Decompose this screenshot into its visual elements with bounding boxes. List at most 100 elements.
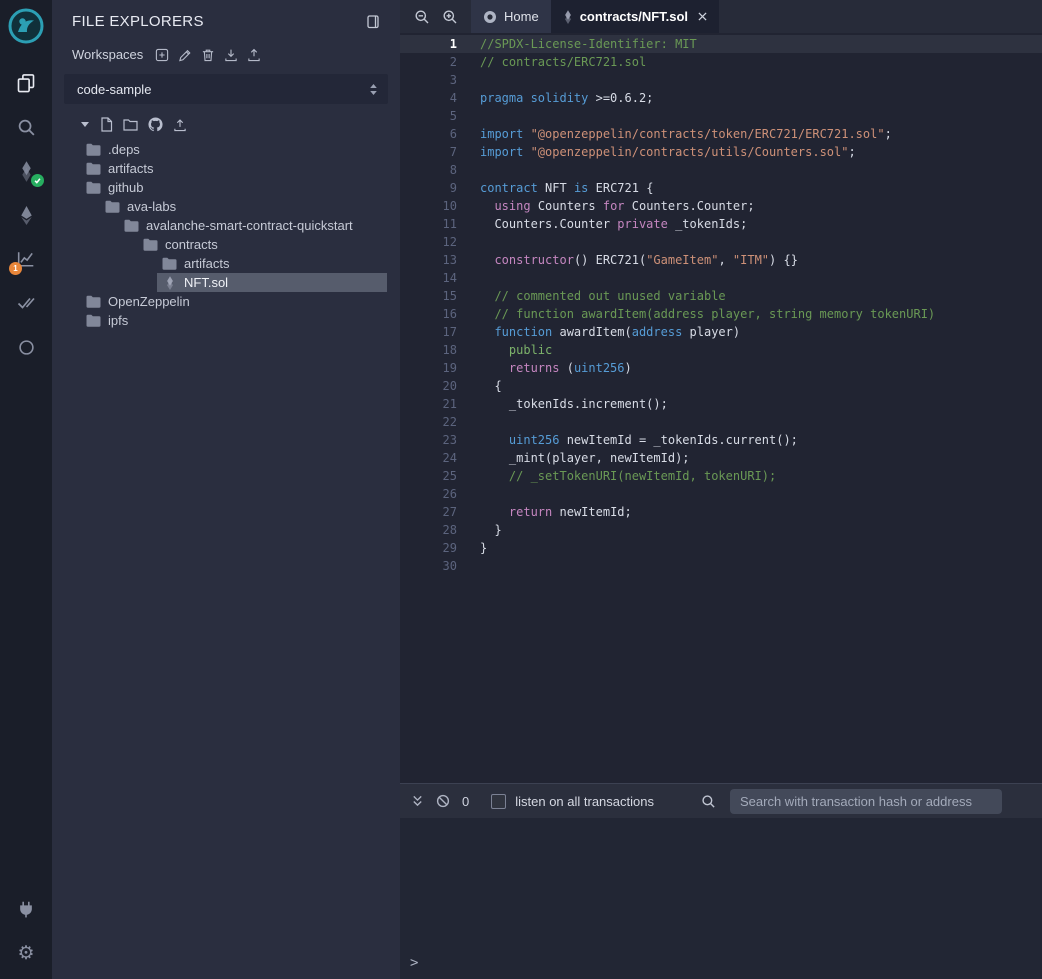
settings-gear-icon[interactable]: ⚙ <box>0 931 52 975</box>
line-number[interactable]: 23 <box>400 431 457 449</box>
code-line-18[interactable]: 18 public <box>400 341 1042 359</box>
tab-contracts-nft-sol[interactable]: contracts/NFT.sol <box>551 0 719 33</box>
code-line-30[interactable]: 30 <box>400 557 1042 575</box>
panel-book-icon[interactable] <box>366 14 380 29</box>
close-tab-icon[interactable] <box>698 12 707 21</box>
code-line-28[interactable]: 28 } <box>400 521 1042 539</box>
tree-folder-ava-labs[interactable]: ava-labs <box>52 197 400 216</box>
line-number[interactable]: 7 <box>400 143 457 161</box>
line-number[interactable]: 12 <box>400 233 457 251</box>
line-number[interactable]: 9 <box>400 179 457 197</box>
code-line-2[interactable]: 2// contracts/ERC721.sol <box>400 53 1042 71</box>
restore-workspaces-icon[interactable] <box>247 48 261 62</box>
search-icon[interactable] <box>0 105 52 149</box>
collapse-caret-icon[interactable] <box>80 120 90 129</box>
code-line-27[interactable]: 27 return newItemId; <box>400 503 1042 521</box>
tree-folder-OpenZeppelin[interactable]: OpenZeppelin <box>52 292 400 311</box>
line-number[interactable]: 17 <box>400 323 457 341</box>
delete-workspace-icon[interactable] <box>201 48 215 62</box>
line-number[interactable]: 28 <box>400 521 457 539</box>
code-line-23[interactable]: 23 uint256 newItemId = _tokenIds.current… <box>400 431 1042 449</box>
listen-transactions-toggle[interactable]: listen on all transactions <box>491 794 654 809</box>
line-number[interactable]: 13 <box>400 251 457 269</box>
code-line-17[interactable]: 17 function awardItem(address player) <box>400 323 1042 341</box>
line-number[interactable]: 21 <box>400 395 457 413</box>
line-number[interactable]: 16 <box>400 305 457 323</box>
line-number[interactable]: 18 <box>400 341 457 359</box>
tree-folder-artifacts[interactable]: artifacts <box>52 254 400 273</box>
line-number[interactable]: 10 <box>400 197 457 215</box>
workspace-select[interactable]: code-sample <box>64 74 388 104</box>
tree-folder-.deps[interactable]: .deps <box>52 140 400 159</box>
line-number[interactable]: 14 <box>400 269 457 287</box>
tree-folder-avalanche-smart-contract-quickstart[interactable]: avalanche-smart-contract-quickstart <box>52 216 400 235</box>
code-line-12[interactable]: 12 <box>400 233 1042 251</box>
code-line-9[interactable]: 9contract NFT is ERC721 { <box>400 179 1042 197</box>
code-line-25[interactable]: 25 // _setTokenURI(newItemId, tokenURI); <box>400 467 1042 485</box>
upload-file-icon[interactable] <box>173 118 187 132</box>
code-line-19[interactable]: 19 returns (uint256) <box>400 359 1042 377</box>
expand-terminal-icon[interactable] <box>411 794 424 808</box>
line-number[interactable]: 19 <box>400 359 457 377</box>
create-workspace-icon[interactable] <box>155 48 169 62</box>
code-line-3[interactable]: 3 <box>400 71 1042 89</box>
code-line-13[interactable]: 13 constructor() ERC721("GameItem", "ITM… <box>400 251 1042 269</box>
tree-folder-artifacts[interactable]: artifacts <box>52 159 400 178</box>
line-number[interactable]: 30 <box>400 557 457 575</box>
line-number[interactable]: 25 <box>400 467 457 485</box>
line-number[interactable]: 1 <box>400 35 457 53</box>
rename-workspace-icon[interactable] <box>178 48 192 62</box>
code-line-15[interactable]: 15 // commented out unused variable <box>400 287 1042 305</box>
new-folder-icon[interactable] <box>123 118 138 131</box>
line-number[interactable]: 15 <box>400 287 457 305</box>
code-line-6[interactable]: 6import "@openzeppelin/contracts/token/E… <box>400 125 1042 143</box>
code-line-10[interactable]: 10 using Counters for Counters.Counter; <box>400 197 1042 215</box>
line-number[interactable]: 6 <box>400 125 457 143</box>
line-number[interactable]: 20 <box>400 377 457 395</box>
file-explorer-icon[interactable] <box>0 61 52 105</box>
circle-plugin-icon[interactable] <box>0 325 52 369</box>
tree-folder-github[interactable]: github <box>52 178 400 197</box>
zoom-in-icon[interactable] <box>442 9 458 25</box>
code-line-4[interactable]: 4pragma solidity >=0.6.2; <box>400 89 1042 107</box>
deploy-run-icon[interactable] <box>0 193 52 237</box>
code-line-26[interactable]: 26 <box>400 485 1042 503</box>
github-icon[interactable] <box>148 117 163 132</box>
clear-console-icon[interactable] <box>436 794 450 808</box>
plugin-manager-icon[interactable] <box>0 887 52 931</box>
line-number[interactable]: 8 <box>400 161 457 179</box>
download-workspaces-icon[interactable] <box>224 48 238 62</box>
terminal-search-input[interactable] <box>730 789 1002 814</box>
line-number[interactable]: 5 <box>400 107 457 125</box>
code-line-21[interactable]: 21 _tokenIds.increment(); <box>400 395 1042 413</box>
line-number[interactable]: 24 <box>400 449 457 467</box>
code-line-5[interactable]: 5 <box>400 107 1042 125</box>
terminal-output[interactable]: > <box>400 818 1042 979</box>
unit-testing-icon[interactable] <box>0 281 52 325</box>
tree-file-NFT.sol[interactable]: NFT.sol <box>52 273 400 292</box>
code-line-14[interactable]: 14 <box>400 269 1042 287</box>
listen-transactions-checkbox[interactable] <box>491 794 506 809</box>
line-number[interactable]: 26 <box>400 485 457 503</box>
zoom-out-icon[interactable] <box>414 9 430 25</box>
code-line-8[interactable]: 8 <box>400 161 1042 179</box>
code-line-24[interactable]: 24 _mint(player, newItemId); <box>400 449 1042 467</box>
line-number[interactable]: 4 <box>400 89 457 107</box>
tree-folder-contracts[interactable]: contracts <box>52 235 400 254</box>
line-number[interactable]: 27 <box>400 503 457 521</box>
code-editor[interactable]: 1//SPDX-License-Identifier: MIT2// contr… <box>400 33 1042 783</box>
code-line-11[interactable]: 11 Counters.Counter private _tokenIds; <box>400 215 1042 233</box>
line-number[interactable]: 3 <box>400 71 457 89</box>
code-line-1[interactable]: 1//SPDX-License-Identifier: MIT <box>400 35 1042 53</box>
line-number[interactable]: 11 <box>400 215 457 233</box>
code-line-29[interactable]: 29} <box>400 539 1042 557</box>
line-number[interactable]: 22 <box>400 413 457 431</box>
line-number[interactable]: 2 <box>400 53 457 71</box>
code-line-16[interactable]: 16 // function awardItem(address player,… <box>400 305 1042 323</box>
new-file-icon[interactable] <box>100 117 113 132</box>
code-line-22[interactable]: 22 <box>400 413 1042 431</box>
code-line-7[interactable]: 7import "@openzeppelin/contracts/utils/C… <box>400 143 1042 161</box>
remix-logo-icon[interactable] <box>5 5 47 47</box>
tree-folder-ipfs[interactable]: ipfs <box>52 311 400 330</box>
line-number[interactable]: 29 <box>400 539 457 557</box>
